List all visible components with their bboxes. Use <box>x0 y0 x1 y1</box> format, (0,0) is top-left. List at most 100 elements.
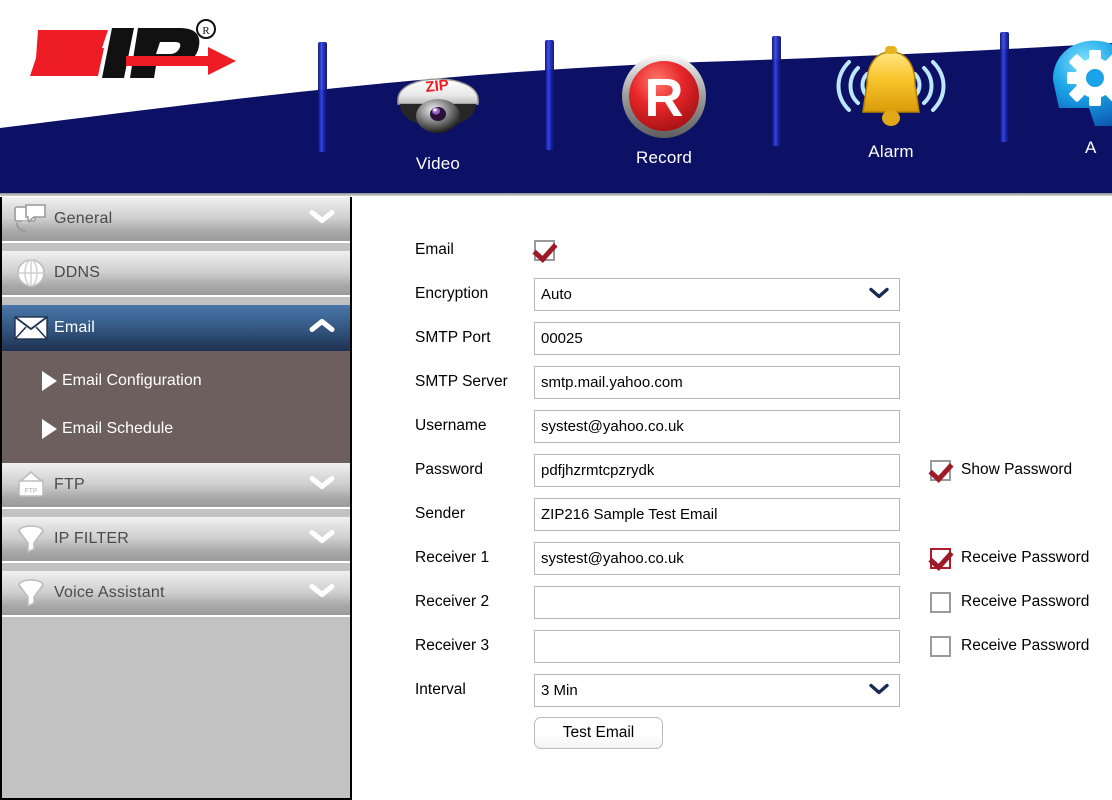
receive-password-3-label: Receive Password <box>961 637 1090 654</box>
chevron-down-icon[interactable] <box>309 209 335 230</box>
form-row-receiver-1: Receiver 1 Receive Password <box>352 536 1112 580</box>
chevron-down-icon[interactable] <box>309 529 335 550</box>
sidebar-label-ip-filter: IP FILTER <box>54 530 130 547</box>
form-row-email: Email <box>352 228 1112 272</box>
email-enable-checkbox[interactable] <box>534 239 555 261</box>
label-encryption: Encryption <box>415 285 489 302</box>
sidebar-item-ddns[interactable]: DDNS <box>2 251 350 297</box>
form-row-receiver-2: Receiver 2 Receive Password <box>352 580 1112 624</box>
receiver-2-wrap <box>534 585 900 619</box>
sidebar-label-ddns: DDNS <box>54 264 101 281</box>
show-password-checkbox-row[interactable]: Show Password <box>930 459 1072 481</box>
sidebar-item-ftp[interactable]: FTP FTP <box>2 462 350 509</box>
receive-password-3-checkbox[interactable] <box>930 635 951 657</box>
sidebar-subitem-email-schedule[interactable]: Email Schedule <box>2 405 350 453</box>
label-email: Email <box>415 241 454 258</box>
chevron-down-icon[interactable] <box>869 682 889 699</box>
sidebar-item-voice-assistant[interactable]: Voice Assistant <box>2 570 350 617</box>
sidebar: General DDNS Email Email Configuration E… <box>0 197 352 800</box>
svg-text:R: R <box>202 25 210 37</box>
alarm-bell-icon <box>816 34 966 142</box>
nav-label-record: Record <box>635 148 692 167</box>
smtp-port-wrap <box>534 321 900 355</box>
zip-logo: R <box>30 19 236 78</box>
receive-password-2-row[interactable]: Receive Password <box>930 591 1090 613</box>
nav-divider-4 <box>1000 32 1009 142</box>
username-input[interactable] <box>534 409 900 443</box>
sender-wrap <box>534 497 900 531</box>
header-separator <box>0 193 1112 196</box>
svg-text:ZIP: ZIP <box>425 77 450 96</box>
receive-password-1-row[interactable]: Receive Password <box>930 547 1090 569</box>
sidebar-sublabel-email-schedule: Email Schedule <box>62 420 174 437</box>
interval-value: 3 Min <box>541 681 578 699</box>
receive-password-1-label: Receive Password <box>961 549 1090 566</box>
nav-divider-1 <box>318 42 327 152</box>
sidebar-item-general[interactable]: General <box>2 197 350 243</box>
nav-item-alarm[interactable]: Alarm <box>816 34 966 162</box>
label-password: Password <box>415 461 484 478</box>
sidebar-submenu-email: Email Configuration Email Schedule <box>2 351 350 463</box>
label-smtp-server: SMTP Server <box>415 373 508 390</box>
form-row-interval: Interval 3 Min <box>352 668 1112 712</box>
label-smtp-port: SMTP Port <box>415 329 491 346</box>
label-receiver-1: Receiver 1 <box>415 549 490 566</box>
receive-password-3-row[interactable]: Receive Password <box>930 635 1090 657</box>
label-username: Username <box>415 417 487 434</box>
nav-divider-3 <box>772 36 781 146</box>
receive-password-2-label: Receive Password <box>961 593 1090 610</box>
password-input[interactable] <box>534 453 900 487</box>
sidebar-gap <box>2 563 350 571</box>
form-row-smtp-server: SMTP Server <box>352 360 1112 404</box>
password-wrap <box>534 453 900 487</box>
form-row-encryption: Encryption Auto <box>352 272 1112 316</box>
chevron-down-icon[interactable] <box>309 475 335 496</box>
play-triangle-icon <box>42 371 57 391</box>
nav-item-video[interactable]: ZIP Video <box>363 46 513 174</box>
ai-head-gear-icon <box>1043 30 1112 138</box>
receive-password-2-checkbox[interactable] <box>930 591 951 613</box>
sidebar-item-email[interactable]: Email <box>2 305 350 351</box>
smtp-port-input[interactable] <box>534 321 900 355</box>
receiver-2-input[interactable] <box>534 585 900 619</box>
form-row-username: Username <box>352 404 1112 448</box>
receiver-1-wrap <box>534 541 900 575</box>
sidebar-label-voice-assistant: Voice Assistant <box>54 584 165 601</box>
sidebar-gap <box>2 297 350 305</box>
checkbox-box[interactable] <box>534 239 555 261</box>
test-email-button[interactable]: Test Email <box>534 717 663 749</box>
smtp-server-input[interactable] <box>534 365 900 399</box>
receiver-1-input[interactable] <box>534 541 900 575</box>
nav-label-alarm: Alarm <box>868 142 914 161</box>
header-banner: R ZIP Video R Record Alarm A <box>0 0 1112 196</box>
sidebar-sublabel-email-configuration: Email Configuration <box>62 372 202 389</box>
sidebar-subitem-email-configuration[interactable]: Email Configuration <box>2 357 350 405</box>
nav-item-record[interactable]: R Record <box>589 40 739 168</box>
nav-item-ai[interactable]: A <box>1043 30 1112 158</box>
form-row-password: Password Show Password <box>352 448 1112 492</box>
sidebar-gap <box>2 243 350 251</box>
dome-camera-icon: ZIP <box>363 46 513 154</box>
receiver-3-input[interactable] <box>534 629 900 663</box>
chevron-down-icon[interactable] <box>869 286 889 303</box>
nav-label-video: Video <box>415 154 461 173</box>
chevron-down-icon[interactable] <box>309 583 335 604</box>
sender-input[interactable] <box>534 497 900 531</box>
interval-select-wrap: 3 Min <box>534 673 900 707</box>
receive-password-1-checkbox[interactable] <box>930 547 951 569</box>
monitor-icon <box>8 197 54 242</box>
label-sender: Sender <box>415 505 465 522</box>
sidebar-gap <box>2 509 350 517</box>
receiver-3-wrap <box>534 629 900 663</box>
chevron-up-icon[interactable] <box>309 318 335 339</box>
funnel-icon <box>8 570 54 616</box>
sidebar-item-ip-filter[interactable]: IP FILTER <box>2 516 350 563</box>
sidebar-label-email: Email <box>54 319 96 336</box>
ftp-folder-icon: FTP <box>8 462 54 508</box>
interval-select[interactable]: 3 Min <box>534 673 900 707</box>
funnel-icon <box>8 516 54 562</box>
encryption-select[interactable]: Auto <box>534 277 900 311</box>
svg-text:R: R <box>645 68 684 128</box>
show-password-checkbox[interactable] <box>930 459 951 481</box>
email-configuration-form: Email Encryption Auto SMTP Port SMTP Se <box>352 197 1112 800</box>
